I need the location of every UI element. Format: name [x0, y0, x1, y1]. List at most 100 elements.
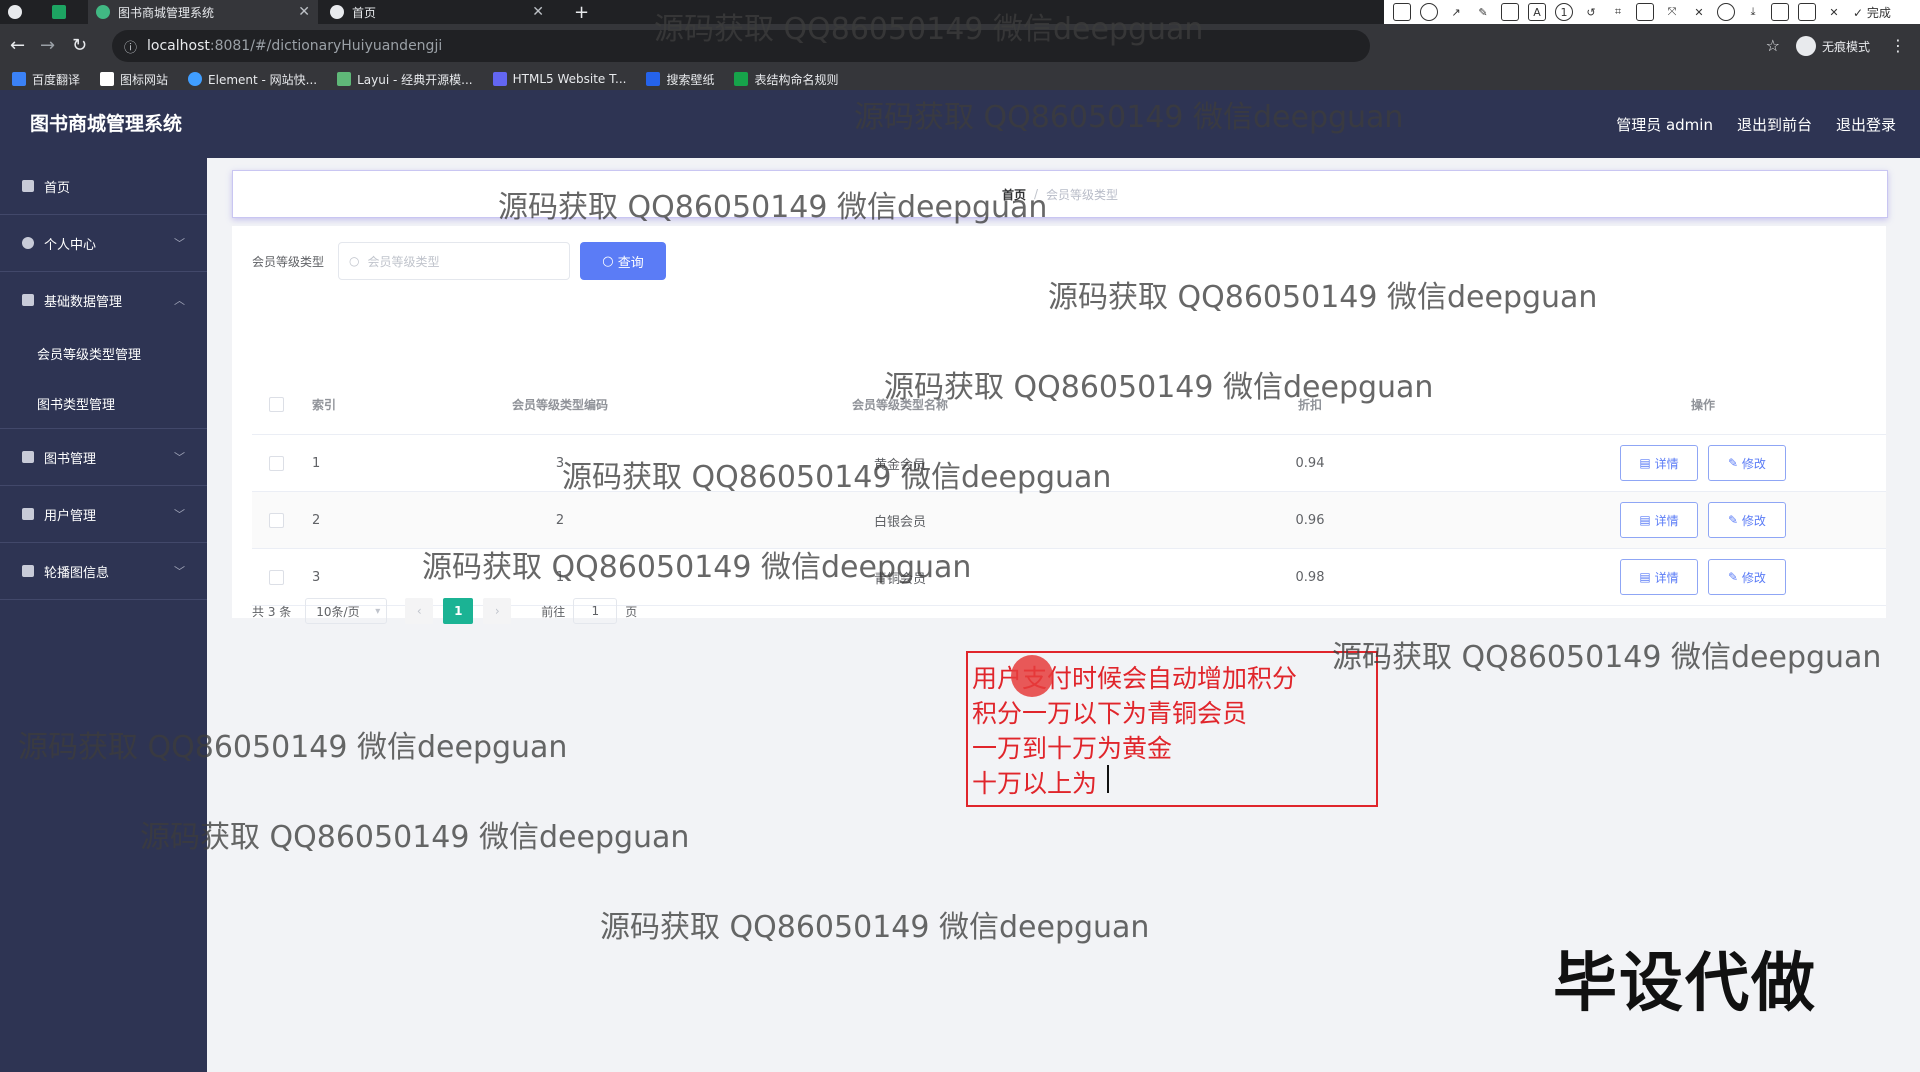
tab-title: 首页 [352, 5, 377, 20]
sidebar-item-books[interactable]: 图书管理 ﹀ [0, 429, 207, 486]
col-index: 索引 [312, 397, 337, 412]
sidebar-item-carousel[interactable]: 轮播图信息 ﹀ [0, 543, 207, 600]
rectangle-tool-icon[interactable] [1393, 3, 1411, 21]
record-icon[interactable] [1717, 3, 1735, 21]
url-path: :8081/#/dictionaryHuiyuandengji [209, 38, 443, 54]
detail-button[interactable]: ▤ 详情 [1620, 502, 1698, 538]
back-to-front-link[interactable]: 退出到前台 [1737, 114, 1812, 135]
pin-icon[interactable]: ⌗ [1609, 3, 1627, 21]
scroll-capture-icon[interactable]: ⤧ [1663, 3, 1681, 21]
goto-label: 前往 [541, 604, 566, 619]
close-icon[interactable]: ✕ [532, 4, 544, 20]
edit-label: 修改 [1741, 456, 1766, 471]
incognito-icon [1795, 36, 1816, 56]
done-button[interactable]: ✓ 完成 [1853, 4, 1891, 21]
sidebar-item-home[interactable]: 首页 [0, 158, 207, 215]
breadcrumb: 首页 / 会员等级类型 [232, 170, 1888, 218]
goto-page-input[interactable]: 1 [573, 598, 618, 624]
back-icon[interactable]: ← [10, 34, 25, 58]
mouse-cursor-highlight [1011, 655, 1053, 697]
promo-text: 毕设代做 [1553, 947, 1817, 1021]
sidebar-item-label: 基础数据管理 [44, 294, 123, 310]
sidebar-item-label: 首页 [44, 180, 71, 196]
sidebar-subitem-member-level[interactable]: 会员等级类型管理 [0, 328, 207, 378]
sidebar-item-label: 图书管理 [44, 451, 97, 467]
profile-button[interactable]: 无痕模式 [1795, 36, 1870, 56]
sidebar-item-users[interactable]: 用户管理 ﹀ [0, 486, 207, 543]
detail-label: 详情 [1654, 513, 1679, 528]
save-icon[interactable] [1771, 3, 1789, 21]
bookmark-item[interactable]: 百度翻译 [12, 71, 80, 88]
tab-home[interactable]: 首页 ✕ [322, 0, 552, 24]
watermark: 源码获取 QQ86050149 微信deepguan [140, 820, 690, 855]
profile-label: 无痕模式 [1821, 39, 1870, 54]
page-number-current[interactable]: 1 [443, 598, 474, 624]
tab-app[interactable]: 图书商城管理系统 ✕ [88, 0, 318, 24]
col-actions: 操作 [1690, 397, 1715, 412]
sidebar-item-base-data[interactable]: 基础数据管理 ︿ [0, 272, 207, 328]
edit-button[interactable]: ✎ 修改 [1708, 502, 1786, 538]
bookmark-label: 表结构命名规则 [754, 72, 839, 87]
edit-label: 修改 [1741, 513, 1766, 528]
row-checkbox[interactable] [268, 455, 284, 471]
bookmark-item[interactable]: 图标网站 [100, 71, 168, 88]
reload-icon[interactable]: ↻ [72, 34, 87, 58]
bookmark-item[interactable]: HTML5 Website T... [492, 72, 626, 86]
html5-icon [492, 72, 507, 86]
browser-menu[interactable] [0, 0, 40, 24]
watermark: 源码获取 QQ86050149 微信deepguan [498, 190, 1048, 225]
sidebar: 首页 个人中心 ﹀ 基础数据管理 ︿ 会员等级类型管理 图书类型管理 图书管理 ﹀ 用… [0, 158, 207, 1072]
bookmark-item[interactable]: 表结构命名规则 [734, 71, 838, 88]
document-icon: ▤ [1639, 570, 1655, 584]
next-page-button[interactable]: › [483, 598, 512, 624]
bookmark-item[interactable]: Layui - 经典开源模... [337, 71, 473, 88]
info-icon[interactable]: ⓘ [124, 37, 137, 56]
watermark: 源码获取 QQ86050149 微信deepguan [1048, 280, 1598, 315]
pen-tool-icon[interactable]: ✎ [1474, 3, 1492, 21]
forward-icon[interactable]: → [40, 34, 55, 58]
url-host: localhost [147, 38, 210, 54]
prev-page-button[interactable]: ‹ [405, 598, 434, 624]
ocr-icon[interactable] [1636, 3, 1654, 21]
breadcrumb-current: 会员等级类型 [1046, 187, 1119, 202]
bookmark-icon[interactable] [1798, 3, 1816, 21]
col-code: 会员等级类型编码 [511, 397, 608, 412]
search-input[interactable]: ○ 会员等级类型 [338, 242, 571, 280]
ellipse-tool-icon[interactable] [1420, 3, 1438, 21]
mosaic-tool-icon[interactable] [1501, 3, 1519, 21]
bookmark-label: 搜索壁纸 [666, 72, 715, 87]
pin-screen-icon[interactable]: ✕ [1690, 3, 1708, 21]
bookmark-item[interactable]: Element - 网站快... [188, 71, 317, 88]
download-icon[interactable]: ⤓ [1744, 3, 1762, 21]
watermark: 源码获取 QQ86050149 微信deepguan [654, 12, 1204, 47]
browser-menu-icon[interactable]: ⋮ [1890, 36, 1906, 55]
translate-icon [12, 72, 26, 86]
page-size-select[interactable]: 10条/页 ▾ [305, 598, 388, 624]
undo-icon[interactable]: ↺ [1582, 3, 1600, 21]
bookmarks-bar: 百度翻译 图标网站 Element - 网站快... Layui - 经典开源模… [0, 68, 1920, 90]
new-tab-button[interactable]: + [574, 0, 594, 24]
select-all-checkbox[interactable] [268, 396, 284, 412]
query-button[interactable]: ○ 查询 [580, 242, 667, 280]
close-icon[interactable]: ✕ [298, 4, 310, 20]
detail-button[interactable]: ▤ 详情 [1620, 559, 1698, 595]
number-tool-icon[interactable]: 1 [1555, 3, 1573, 21]
logout-link[interactable]: 退出登录 [1836, 114, 1896, 135]
edit-button[interactable]: ✎ 修改 [1708, 559, 1786, 595]
text-tool-icon[interactable]: A [1528, 3, 1546, 21]
bookmark-item[interactable]: 搜索壁纸 [646, 71, 714, 88]
row-checkbox[interactable] [268, 569, 284, 585]
text-caret [1107, 765, 1109, 793]
edit-icon: ✎ [1728, 456, 1742, 470]
bookmark-star-icon[interactable]: ☆ [1766, 36, 1780, 55]
detail-button[interactable]: ▤ 详情 [1620, 445, 1698, 481]
sidebar-item-personal[interactable]: 个人中心 ﹀ [0, 215, 207, 272]
page-suffix: 页 [625, 604, 638, 619]
edit-button[interactable]: ✎ 修改 [1708, 445, 1786, 481]
pinned-tab[interactable] [44, 0, 84, 24]
tab-title: 图书商城管理系统 [118, 5, 215, 20]
row-checkbox[interactable] [268, 512, 284, 528]
cancel-icon[interactable]: ✕ [1825, 3, 1843, 21]
arrow-tool-icon[interactable]: ↗ [1447, 3, 1465, 21]
sidebar-subitem-book-type[interactable]: 图书类型管理 [0, 378, 207, 428]
